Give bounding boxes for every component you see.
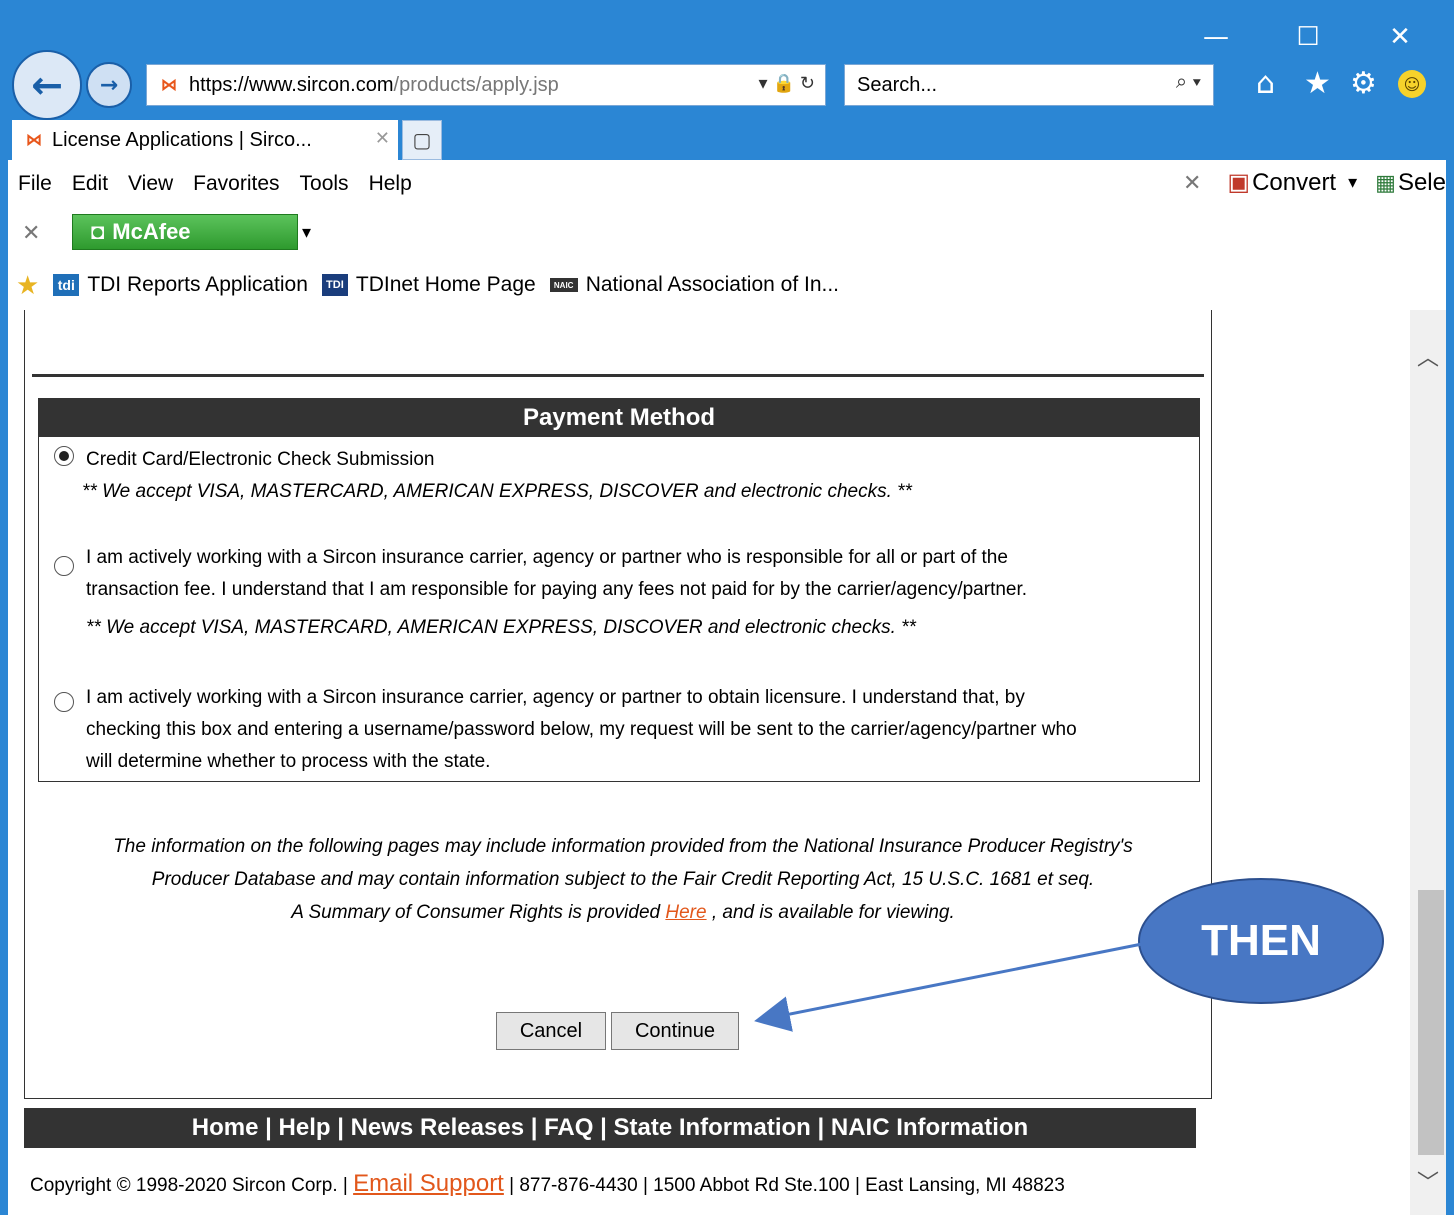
fav-naic[interactable]: National Association of In... (586, 273, 839, 297)
fav-tdi-reports[interactable]: TDI Reports Application (87, 273, 308, 297)
menu-bar: File Edit View Favorites Tools Help ✕ ▣ … (8, 160, 1446, 208)
close-mcafee-icon[interactable]: ✕ (22, 220, 40, 246)
payment-option-licensure-line1: I am actively working with a Sircon insu… (86, 687, 1025, 708)
payment-option-credit-card-label: Credit Card/Electronic Check Submission (86, 449, 435, 470)
notice-line-1: The information on the following pages m… (113, 836, 1133, 857)
home-icon[interactable]: ⌂ (1256, 66, 1275, 102)
footer-nav-links[interactable]: Home | Help | News Releases | FAQ | Stat… (24, 1108, 1196, 1148)
email-support-link[interactable]: Email Support (353, 1170, 504, 1197)
consumer-rights-link[interactable]: Here (665, 902, 706, 923)
arrow-right-icon: → (99, 72, 119, 98)
mcafee-button[interactable]: ◘ McAfee (72, 214, 298, 250)
pdf-toolbar: ✕ ▣ Convert ▾ ▦ Sele (1183, 168, 1446, 197)
payment-method-title: Payment Method (39, 399, 1199, 437)
address-bar[interactable]: ⋈ https://www.sircon.com/products/apply.… (146, 64, 826, 106)
payment-option-licensure-line3: will determine whether to process with t… (86, 751, 491, 772)
mcafee-dropdown-icon[interactable]: ▾ (302, 222, 311, 243)
naic-icon: NAIC (549, 278, 578, 292)
select-icon: ▦ (1375, 169, 1396, 195)
payment-option-partner-fee-line1: I am actively working with a Sircon insu… (86, 547, 1008, 568)
add-favorite-star-icon[interactable]: ★ (16, 270, 39, 301)
scroll-thumb[interactable] (1418, 890, 1444, 1155)
search-input[interactable]: Search... ⌕ ▾ (844, 64, 1214, 106)
payment-option-partner-fee-line2: transaction fee. I understand that I am … (86, 579, 1028, 600)
select-button[interactable]: Sele (1398, 169, 1446, 197)
sircon-favicon-icon: ⋈ (161, 77, 177, 94)
notice-line-2: Producer Database and may contain inform… (151, 869, 1095, 890)
tdi-reports-icon: tdi (53, 274, 80, 296)
url-text: https://www.sircon.com/products/apply.js… (189, 73, 559, 96)
search-icon[interactable]: ⌕ ▾ (1176, 71, 1201, 94)
payment-option-licensure-radio[interactable] (54, 692, 74, 712)
gear-icon[interactable]: ⚙ (1350, 66, 1377, 102)
menu-file[interactable]: File (18, 172, 52, 196)
section-divider (32, 374, 1204, 377)
then-annotation-bubble: THEN (1138, 878, 1384, 1004)
fav-tdinet-home[interactable]: TDInet Home Page (356, 273, 536, 297)
sircon-favicon-icon: ⋈ (26, 132, 42, 149)
scroll-up-icon[interactable]: ︿ (1410, 340, 1446, 371)
tdinet-icon: TDI (321, 274, 348, 296)
tab-license-applications[interactable]: ⋈ License Applications | Sirco... ✕ (12, 120, 398, 160)
arrow-left-icon: ← (31, 63, 63, 107)
payment-option-credit-card-radio[interactable] (54, 446, 74, 466)
back-button[interactable]: ← (12, 50, 82, 120)
new-tab-button[interactable]: ▢ (402, 120, 442, 160)
payment-option-partner-fee-note: ** We accept VISA, MASTERCARD, AMERICAN … (86, 617, 916, 638)
menu-edit[interactable]: Edit (72, 172, 108, 196)
payment-option-credit-card-note: ** We accept VISA, MASTERCARD, AMERICAN … (82, 481, 912, 502)
search-placeholder: Search... (857, 73, 938, 96)
menu-tools[interactable]: Tools (300, 172, 349, 196)
tab-title: License Applications | Sirco... (52, 128, 312, 151)
continue-button[interactable]: Continue (611, 1012, 739, 1050)
address-bar-icons[interactable]: ▾ 🔒 ↻ (758, 73, 815, 94)
maximize-button[interactable]: ☐ (1288, 22, 1328, 52)
favorites-bar: ★ tdi TDI Reports Application TDI TDInet… (8, 260, 1446, 310)
mcafee-label: McAfee (112, 219, 191, 244)
scroll-down-icon[interactable]: ﹀ (1410, 1165, 1446, 1196)
close-tab-icon[interactable]: ✕ (375, 128, 390, 149)
then-annotation-label: THEN (1201, 916, 1321, 965)
close-toolbar-icon[interactable]: ✕ (1183, 170, 1201, 196)
payment-option-licensure-line2: checking this box and entering a usernam… (86, 719, 1077, 740)
favorites-star-icon[interactable]: ★ (1304, 66, 1331, 102)
cancel-button[interactable]: Cancel (496, 1012, 606, 1050)
feedback-smiley-icon[interactable]: ☺ (1398, 70, 1426, 98)
forward-button[interactable]: → (86, 62, 132, 108)
mcafee-toolbar: ✕ ◘ McAfee ▾ (8, 208, 1446, 260)
page-viewport: Payment Method Credit Card/Electronic Ch… (8, 310, 1410, 1215)
notice-line-3: A Summary of Consumer Rights is provided… (291, 902, 955, 923)
copyright-line: Copyright © 1998-2020 Sircon Corp. | Ema… (30, 1170, 1065, 1197)
payment-option-partner-fee-radio[interactable] (54, 556, 74, 576)
new-tab-icon: ▢ (412, 128, 432, 152)
pdf-icon: ▣ (1227, 169, 1251, 196)
convert-dropdown-icon[interactable]: ▾ (1348, 172, 1357, 193)
menu-favorites[interactable]: Favorites (193, 172, 279, 196)
mcafee-shield-icon: ◘ (91, 219, 105, 244)
menu-view[interactable]: View (128, 172, 173, 196)
fcra-notice: The information on the following pages m… (48, 830, 1198, 929)
convert-button[interactable]: Convert (1252, 169, 1336, 197)
menu-help[interactable]: Help (369, 172, 412, 196)
vertical-scrollbar[interactable]: ︿ ﹀ (1410, 310, 1446, 1215)
close-window-button[interactable]: ✕ (1380, 22, 1420, 52)
minimize-button[interactable]: — (1196, 22, 1236, 52)
